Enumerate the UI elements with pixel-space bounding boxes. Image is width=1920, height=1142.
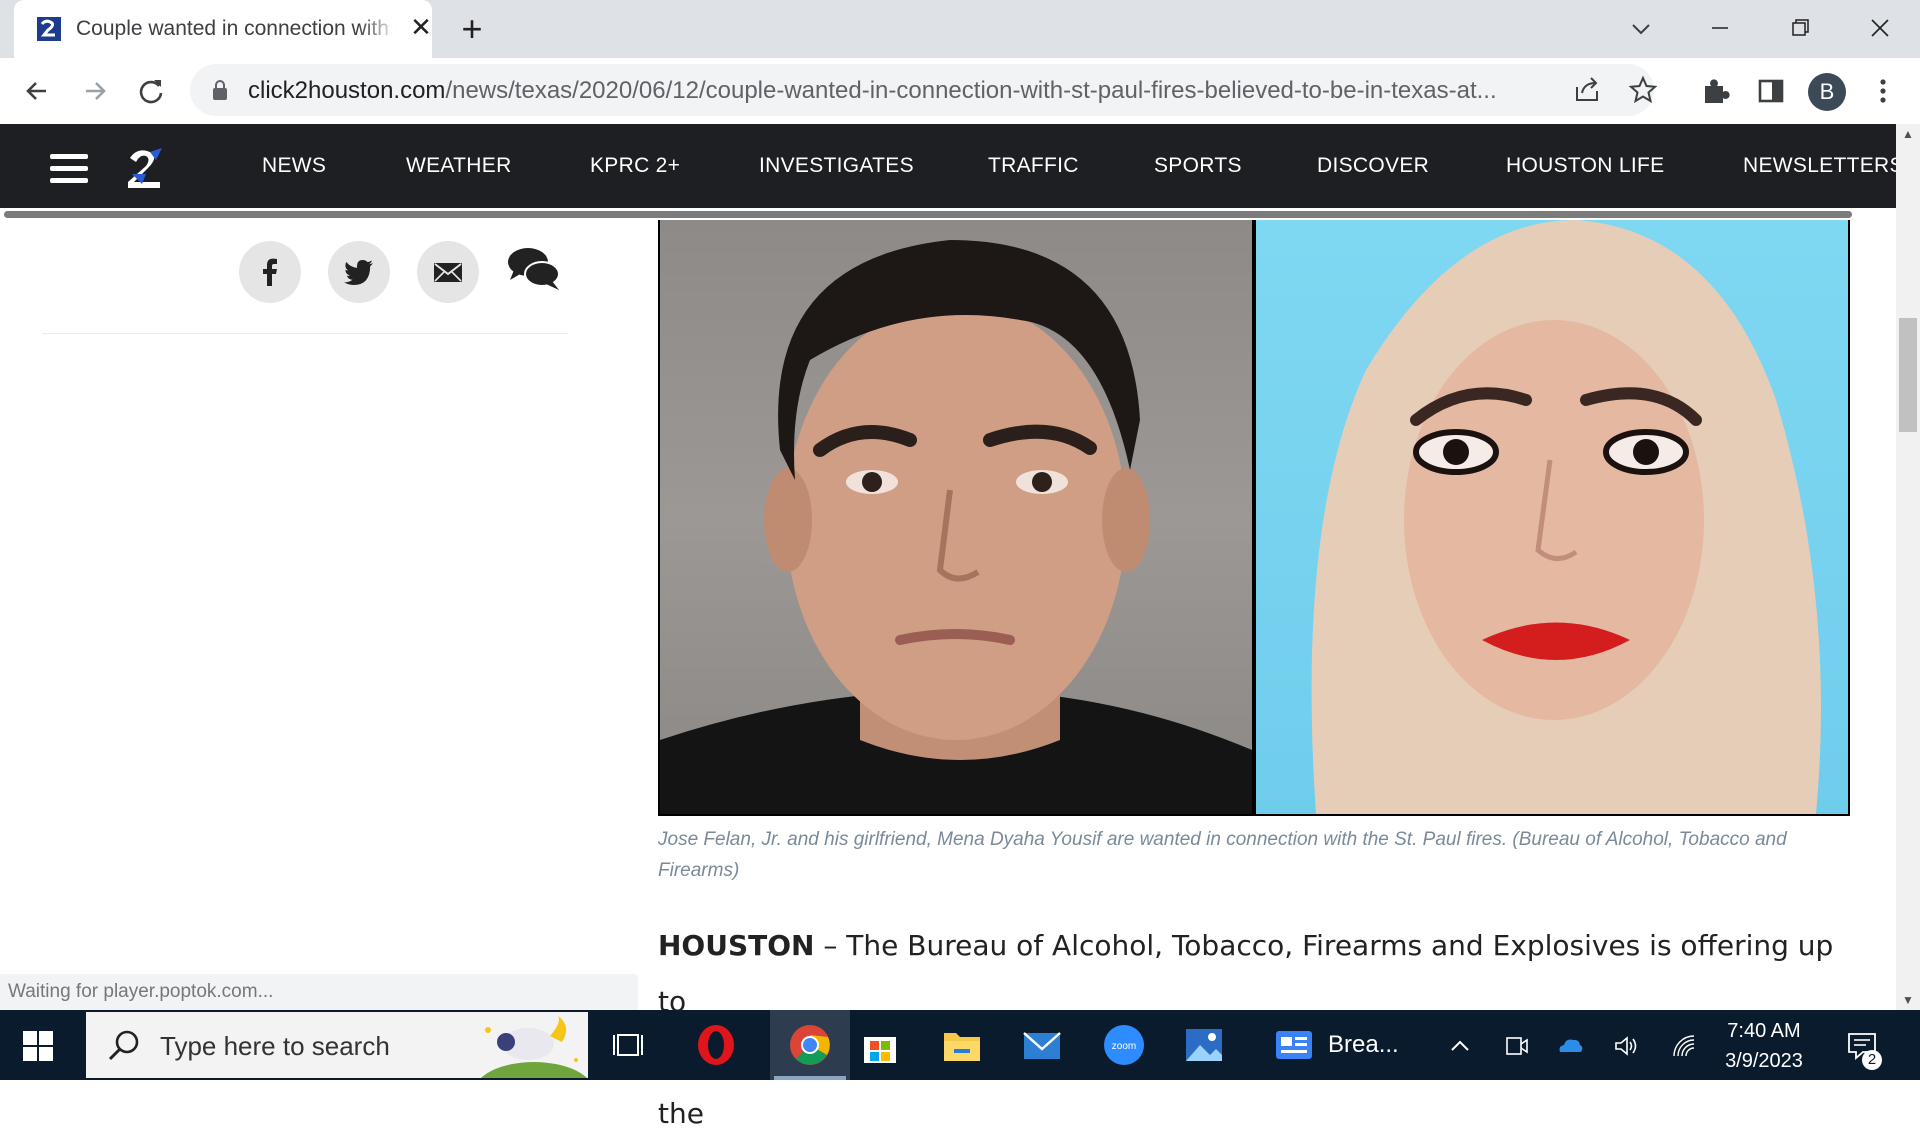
tab-title: Couple wanted in connection with St. Pau… — [76, 17, 398, 40]
nav-traffic[interactable]: TRAFFIC — [988, 154, 1079, 178]
nav-horizontal-scrollbar[interactable] — [0, 208, 1896, 220]
suspect-photo-woman — [1256, 220, 1848, 814]
nav-newsletters[interactable]: NEWSLETTERS — [1743, 154, 1904, 178]
twitter-icon — [344, 260, 373, 285]
mail-icon[interactable] — [1018, 1021, 1066, 1069]
news-app-icon[interactable] — [1270, 1021, 1318, 1069]
clock-time: 7:40 AM — [1727, 1020, 1801, 1042]
minimize-icon[interactable] — [1692, 8, 1748, 48]
opera-browser-icon[interactable] — [692, 1021, 740, 1069]
forward-arrow-icon[interactable] — [76, 72, 114, 110]
nav-sports[interactable]: SPORTS — [1154, 154, 1242, 178]
profile-avatar[interactable]: B — [1808, 73, 1846, 111]
share-email-button[interactable] — [417, 241, 479, 303]
meet-now-icon[interactable] — [1502, 1032, 1530, 1060]
browser-toolbar: click2houston.com/news/texas/2020/06/12/… — [0, 58, 1920, 125]
close-window-icon[interactable] — [1852, 8, 1908, 48]
chrome-browser-icon[interactable] — [786, 1021, 834, 1069]
news-app-label[interactable]: Brea... — [1328, 1031, 1399, 1059]
nav-investigates[interactable]: INVESTIGATES — [759, 154, 914, 178]
side-panel-icon[interactable] — [1752, 72, 1790, 110]
sidebar-divider — [42, 333, 568, 334]
onedrive-cloud-icon[interactable] — [1556, 1032, 1584, 1060]
svg-text:zoom: zoom — [1112, 1041, 1136, 1052]
facebook-icon — [263, 258, 277, 286]
share-page-icon[interactable] — [1572, 75, 1602, 105]
site-favicon-icon — [37, 17, 61, 41]
windows-taskbar: Type here to search zoom Brea... 7:40 AM… — [0, 1010, 1920, 1080]
taskbar-search-placeholder: Type here to search — [160, 1031, 390, 1061]
address-bar[interactable]: click2houston.com/news/texas/2020/06/12/… — [190, 64, 1658, 116]
page-scrollbar-thumb[interactable] — [1899, 318, 1917, 432]
search-icon — [108, 1030, 139, 1061]
search-highlight-sheep-icon — [480, 1016, 588, 1078]
extensions-puzzle-icon[interactable] — [1696, 72, 1734, 110]
status-text: Waiting for player.poptok.com... — [8, 981, 274, 1002]
site-navigation-bar: NEWS WEATHER KPRC 2+ INVESTIGATES TRAFFI… — [0, 124, 1904, 208]
browser-status-bar: Waiting for player.poptok.com... — [0, 974, 638, 1010]
clock-date: 3/9/2023 — [1725, 1050, 1803, 1072]
email-icon — [434, 263, 462, 282]
file-explorer-icon[interactable] — [938, 1021, 986, 1069]
browser-menu-icon[interactable] — [1864, 72, 1902, 110]
share-facebook-button[interactable] — [239, 241, 301, 303]
kprc2-logo[interactable] — [120, 144, 168, 192]
url-host: click2houston.com — [248, 77, 446, 104]
page-vertical-scrollbar[interactable]: ▲ ▼ — [1896, 124, 1920, 1010]
bookmark-star-icon[interactable] — [1628, 75, 1658, 105]
back-arrow-icon[interactable] — [18, 72, 56, 110]
lock-icon[interactable] — [210, 79, 230, 101]
windows-start-icon[interactable] — [22, 1030, 54, 1062]
tab-close-icon[interactable]: ✕ — [406, 12, 436, 42]
hamburger-menu-icon[interactable] — [50, 154, 88, 184]
tab-strip: Couple wanted in connection with St. Pau… — [0, 0, 1920, 58]
comments-icon[interactable] — [506, 244, 562, 294]
nav-scrollbar-thumb[interactable] — [4, 211, 1852, 218]
zoom-icon[interactable]: zoom — [1100, 1021, 1148, 1069]
scroll-down-arrow-icon[interactable]: ▼ — [1896, 990, 1920, 1010]
wifi-icon[interactable] — [1670, 1032, 1698, 1060]
scroll-up-arrow-icon[interactable]: ▲ — [1896, 124, 1920, 144]
url-text[interactable]: click2houston.com/news/texas/2020/06/12/… — [248, 77, 1497, 105]
url-path: /news/texas/2020/06/12/couple-wanted-in-… — [445, 77, 1497, 104]
system-clock[interactable]: 7:40 AM 3/9/2023 — [1714, 1016, 1814, 1076]
show-hidden-icons-chevron-icon[interactable] — [1446, 1032, 1474, 1060]
nav-news[interactable]: NEWS — [262, 154, 326, 178]
article-photo[interactable] — [658, 220, 1850, 816]
article-dateline: HOUSTON — [658, 929, 815, 962]
photo-caption: Jose Felan, Jr. and his girlfriend, Mena… — [658, 829, 1787, 881]
restore-window-icon[interactable] — [1772, 8, 1828, 48]
volume-icon[interactable] — [1612, 1032, 1640, 1060]
reload-icon[interactable] — [132, 72, 170, 110]
tab-search-chevron-icon[interactable] — [1624, 12, 1658, 46]
share-twitter-button[interactable] — [328, 241, 390, 303]
browser-tab[interactable]: Couple wanted in connection with St. Pau… — [14, 0, 432, 58]
notification-count-badge: 2 — [1862, 1050, 1882, 1070]
nav-houston-life[interactable]: HOUSTON LIFE — [1506, 154, 1664, 178]
nav-discover[interactable]: DISCOVER — [1317, 154, 1429, 178]
nav-weather[interactable]: WEATHER — [406, 154, 512, 178]
article-body-line-1: – The Bureau of Alcohol, Tobacco, Firear… — [658, 929, 1834, 1018]
microsoft-store-icon[interactable] — [856, 1021, 904, 1069]
chrome-active-indicator — [774, 1076, 846, 1080]
nav-kprc2plus[interactable]: KPRC 2+ — [590, 154, 680, 178]
photos-app-icon[interactable] — [1180, 1021, 1228, 1069]
suspect-photo-man — [660, 220, 1252, 814]
task-view-icon[interactable] — [606, 1021, 654, 1069]
new-tab-button[interactable]: + — [454, 11, 490, 48]
taskbar-search-box[interactable]: Type here to search — [86, 1012, 588, 1078]
